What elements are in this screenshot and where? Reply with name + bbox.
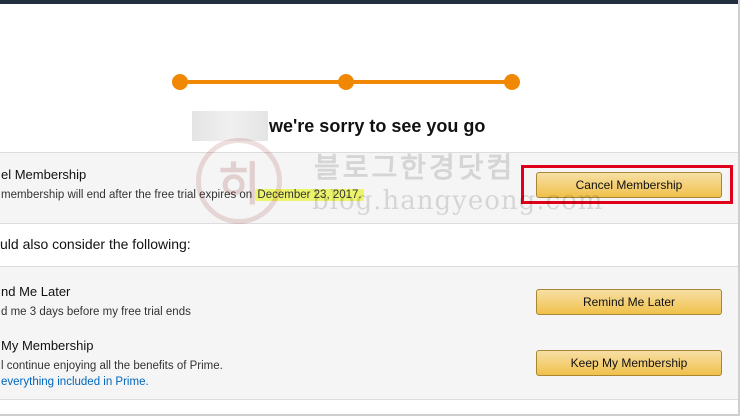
- prime-benefits-link[interactable]: everything included in Prime.: [1, 376, 149, 388]
- cancel-desc-text: membership will end after the free trial…: [1, 189, 253, 201]
- page-heading: we're sorry to see you go: [269, 116, 486, 136]
- alternatives-panel: nd Me Later d me 3 days before my free t…: [0, 266, 740, 400]
- redacted-name-block: [192, 111, 268, 141]
- consider-heading: uld also consider the following:: [0, 236, 191, 252]
- cancel-section-title: el Membership: [1, 167, 87, 182]
- progress-step-3: [504, 74, 520, 90]
- progress-tracker: [172, 74, 520, 90]
- remind-title: nd Me Later: [1, 284, 71, 299]
- annotation-highlight-box: [521, 165, 733, 204]
- keep-title: My Membership: [1, 338, 94, 353]
- remind-desc: d me 3 days before my free trial ends: [1, 306, 191, 318]
- membership-end-date: December 23, 2017.: [255, 189, 364, 201]
- remind-me-later-button[interactable]: Remind Me Later: [536, 289, 722, 315]
- progress-step-2: [338, 74, 354, 90]
- progress-step-1: [172, 74, 188, 90]
- keep-membership-button[interactable]: Keep My Membership: [536, 350, 722, 376]
- keep-desc: l continue enjoying all the benefits of …: [1, 360, 223, 372]
- cancel-section-desc: membership will end after the free trial…: [1, 189, 364, 201]
- top-bar: [0, 0, 740, 4]
